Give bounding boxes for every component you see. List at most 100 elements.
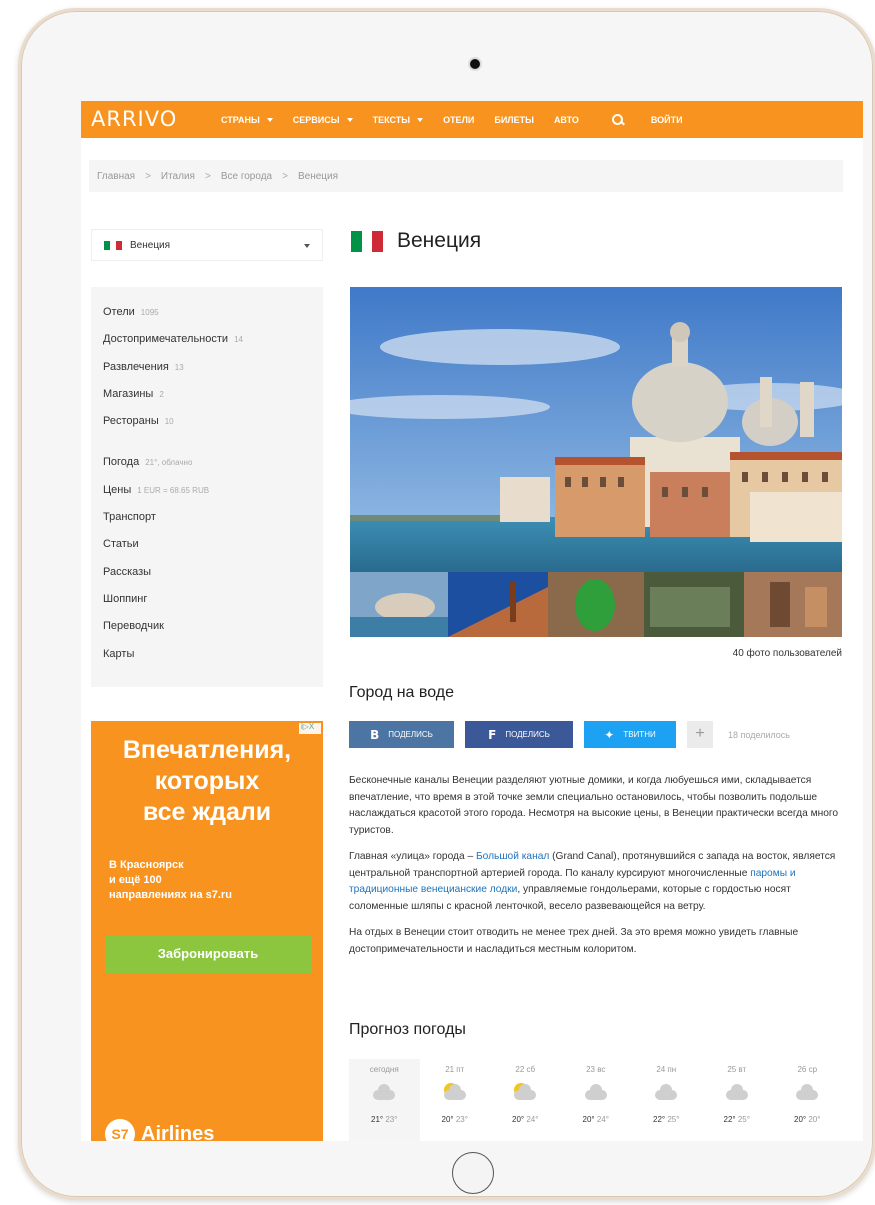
ad-headline-line: Впечатления, — [122, 736, 292, 764]
camera-dot — [470, 59, 480, 69]
sidebar-item-articles[interactable]: Статьи — [103, 531, 323, 558]
s7-ad-banner[interactable]: Впечатления, которых все ждали В Красноя… — [91, 721, 323, 1141]
share-more-button[interactable]: + — [687, 721, 713, 748]
sidebar-item-label: Переводчик — [103, 620, 164, 633]
weather-day[interactable]: сегодня 21° 23° — [349, 1059, 420, 1141]
nav-texts[interactable]: ТЕКСТЫ — [372, 114, 424, 125]
breadcrumb-home[interactable]: Главная — [97, 171, 135, 182]
nav-countries-label: СТРАНЫ — [221, 114, 260, 125]
sidebar-item-label: Статьи — [103, 538, 139, 551]
weather-day[interactable]: 23 вс 20° 24° — [561, 1059, 632, 1141]
cloud-icon — [369, 1083, 399, 1103]
sidebar-item-hotels[interactable]: Отели 1095 — [103, 299, 323, 326]
breadcrumb-all-cities[interactable]: Все города — [221, 171, 272, 182]
page-title: Венеция — [351, 229, 481, 253]
article-body: Бесконечные каналы Венеции разделяют уют… — [349, 773, 843, 968]
weather-temps: 20° 24° — [490, 1115, 561, 1124]
sidebar-item-label: Достопримечательности — [103, 333, 229, 346]
city-select[interactable]: Венеция — [91, 229, 323, 261]
article-title: Город на воде — [349, 684, 454, 701]
temp-low: 20° — [808, 1115, 821, 1124]
weather-day-label: 22 сб — [515, 1065, 536, 1074]
chevron-down-icon — [346, 117, 353, 122]
sidebar-item-label: Транспорт — [103, 511, 156, 524]
vk-icon: B — [370, 727, 380, 742]
sidebar-item-translator[interactable]: Переводчик — [103, 613, 323, 640]
login-link[interactable]: ВОЙТИ — [651, 115, 683, 125]
sidebar-item-stories[interactable]: Рассказы — [103, 559, 323, 586]
home-button[interactable] — [452, 1152, 494, 1194]
sidebar-item-weather[interactable]: Погода 21°, облачно — [103, 449, 323, 476]
sidebar-item-sights[interactable]: Достопримечательности 14 — [103, 326, 323, 353]
weather-day[interactable]: 26 ср 20° 20° — [772, 1059, 843, 1141]
top-navigation-bar: ARRIVO СТРАНЫ СЕРВИСЫ ТЕКСТЫ ОТЕЛИ БИЛЕТ… — [81, 101, 863, 138]
weather-temps: 20° 23° — [420, 1115, 491, 1124]
sidebar-item-label: Рестораны — [103, 415, 159, 428]
share-twitter-button[interactable]: ✦ ТВИТНИ — [584, 721, 676, 748]
sidebar-item-entertainment[interactable]: Развлечения 13 — [103, 354, 323, 381]
sidebar-item-restaurants[interactable]: Рестораны 10 — [103, 408, 323, 435]
temp-high: 20° — [512, 1115, 525, 1124]
ad-book-button[interactable]: Забронировать — [105, 935, 311, 973]
weather-day[interactable]: 24 пн 22° 25° — [631, 1059, 702, 1141]
breadcrumb-separator: > — [204, 170, 211, 182]
sidebar-item-shops[interactable]: Магазины 2 — [103, 381, 323, 408]
weather-temps: 20° 20° — [772, 1115, 843, 1124]
site-logo[interactable]: ARRIVO — [91, 101, 221, 138]
ad-choices-icon[interactable] — [299, 722, 321, 734]
weather-forecast: сегодня 21° 23° 21 пт 20° 23° 22 сб 20° … — [349, 1059, 843, 1141]
sidebar-item-label: Шоппинг — [103, 592, 148, 605]
nav-hotels-label: ОТЕЛИ — [443, 114, 475, 125]
breadcrumb-current: Венеция — [297, 170, 339, 182]
sidebar-item-transport[interactable]: Транспорт — [103, 504, 323, 531]
sidebar-item-maps[interactable]: Карты — [103, 641, 323, 668]
facebook-icon: f — [488, 727, 497, 742]
sidebar-item-label: Цены — [103, 483, 132, 496]
s7-logo-icon: S7 — [105, 1119, 135, 1141]
nav-hotels[interactable]: ОТЕЛИ — [443, 115, 474, 125]
weather-day-label: 25 вт — [727, 1065, 747, 1074]
weather-day[interactable]: 21 пт 20° 23° — [420, 1059, 491, 1141]
breadcrumb-country[interactable]: Италия — [161, 171, 195, 182]
sidebar-item-count: 10 — [164, 417, 174, 427]
nav-countries[interactable]: СТРАНЫ — [221, 115, 273, 125]
weather-day[interactable]: 25 вт 22° 25° — [702, 1059, 773, 1141]
sidebar-item-label: Отели — [103, 306, 135, 318]
city-menu: Отели 1095 Достопримечательности 14 Развле… — [91, 287, 323, 687]
chevron-down-icon — [266, 117, 273, 122]
venice-photo — [350, 287, 842, 637]
ad-description-line: направлениях на s7.ru — [109, 889, 232, 901]
weather-temps: 22° 25° — [631, 1115, 702, 1124]
sidebar-item-count: 21°, облачно — [145, 458, 193, 468]
article-paragraph: На отдых в Венеции стоит отводить не мен… — [349, 927, 799, 955]
sidebar-item-label: Карты — [103, 647, 135, 660]
nav-tickets[interactable]: БИЛЕТЫ — [494, 115, 534, 125]
share-twitter-label: ТВИТНИ — [623, 730, 656, 739]
breadcrumb-separator: > — [145, 170, 151, 182]
grand-canal-link[interactable]: Большой канал — [476, 851, 549, 862]
article-paragraph: Главная «улица» города – Большой канал (… — [349, 849, 843, 915]
sidebar-item-prices[interactable]: Цены 1 EUR = 68.65 RUB — [103, 477, 323, 504]
photo-count[interactable]: 40 фото пользователей — [350, 648, 842, 659]
temp-high: 21° — [371, 1115, 384, 1124]
nav-services-label: СЕРВИСЫ — [292, 114, 340, 125]
city-select-value: Венеция — [130, 239, 171, 251]
share-facebook-button[interactable]: f ПОДЕЛИСЬ — [465, 721, 573, 748]
main-nav: СТРАНЫ СЕРВИСЫ ТЕКСТЫ ОТЕЛИ БИЛЕТЫ АВТО … — [221, 101, 683, 138]
sidebar-item-label: Магазины — [103, 387, 154, 400]
search-icon[interactable] — [611, 113, 625, 127]
nav-auto[interactable]: АВТО — [554, 115, 579, 125]
cloud-icon — [581, 1083, 611, 1103]
share-vk-button[interactable]: B ПОДЕЛИСЬ — [349, 721, 454, 748]
sidebar-item-label: Рассказы — [103, 565, 152, 578]
nav-services[interactable]: СЕРВИСЫ — [293, 115, 353, 125]
ad-headline-line: которых — [154, 767, 260, 795]
nav-texts-label: ТЕКСТЫ — [372, 114, 411, 125]
sidebar-item-shopping[interactable]: Шоппинг — [103, 586, 323, 613]
breadcrumb: Главная > Италия > Все города > Венеция — [89, 160, 843, 192]
weather-day[interactable]: 22 сб 20° 24° — [490, 1059, 561, 1141]
photo-gallery[interactable] — [350, 287, 842, 637]
ad-headline: Впечатления, которых все ждали — [91, 735, 323, 828]
sidebar-item-count: 14 — [234, 335, 243, 345]
